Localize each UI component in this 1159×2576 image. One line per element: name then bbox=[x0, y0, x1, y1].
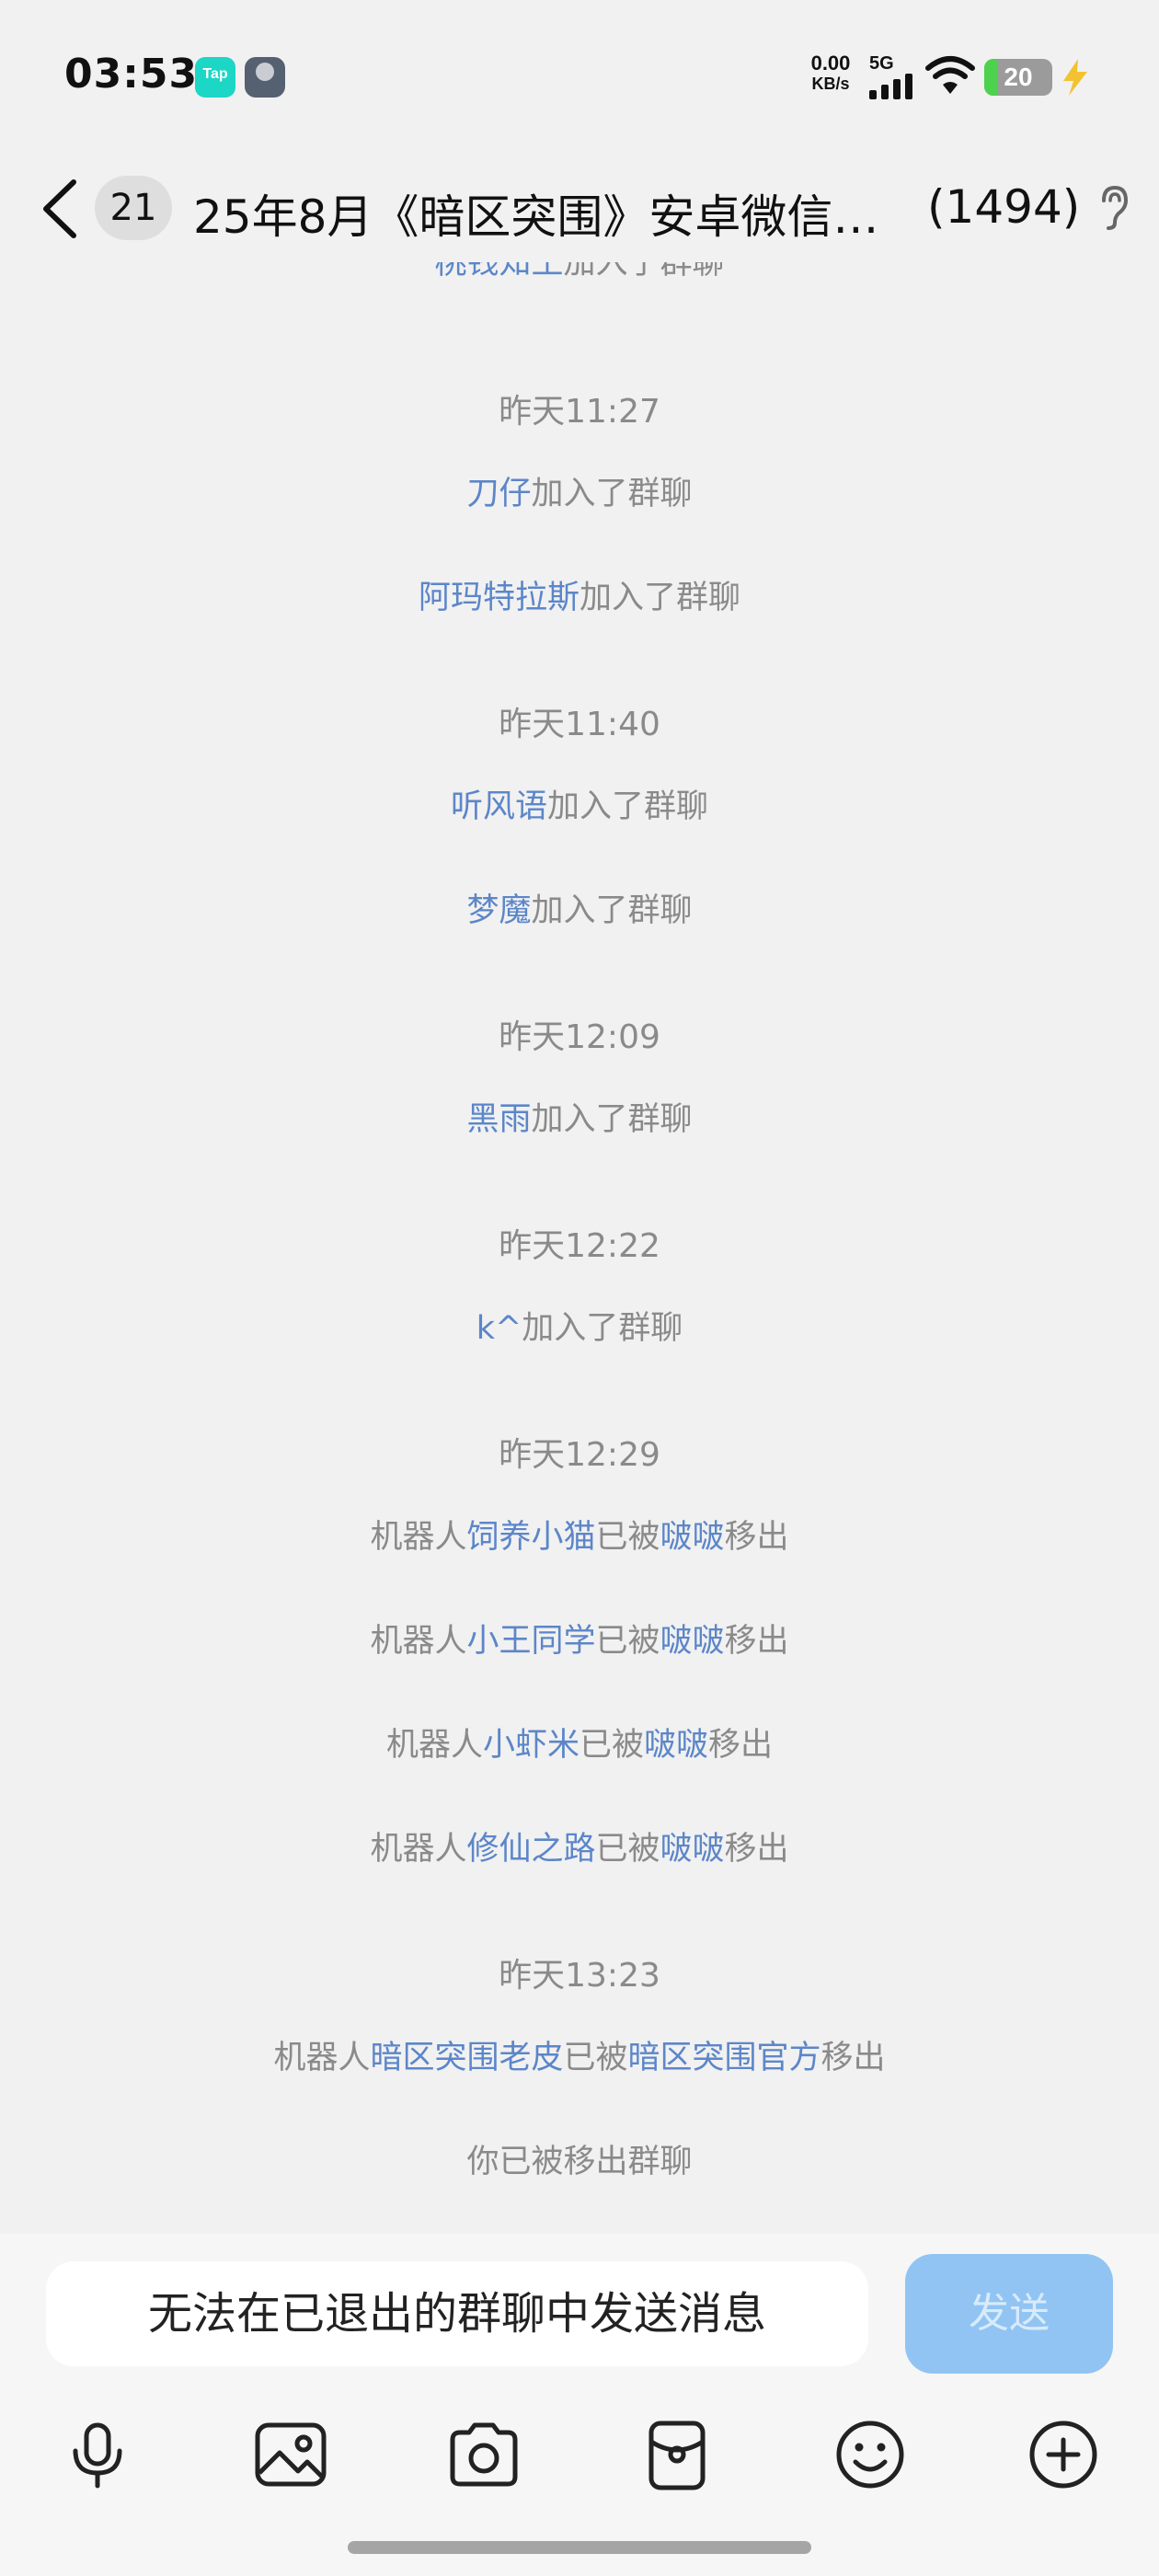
net-speed: 0.00 KB/s bbox=[802, 53, 859, 94]
system-message: k^加入了群聊 bbox=[0, 1302, 1159, 1349]
member-name-link[interactable]: 饲养小猫 bbox=[466, 1519, 595, 1556]
member-name-link[interactable]: 刀仔 bbox=[466, 476, 531, 512]
input-bar: 无法在已退出的群聊中发送消息 发送 bbox=[0, 2234, 1159, 2576]
system-message-partial: 桃钱知王加入了群聊 bbox=[0, 262, 1159, 299]
system-text: 已被 bbox=[595, 1519, 660, 1556]
system-text: 移出 bbox=[724, 1623, 789, 1660]
member-name-link[interactable]: 听风语 bbox=[451, 788, 547, 825]
member-name-link[interactable]: 阿玛特拉斯 bbox=[419, 580, 580, 616]
system-message: 机器人小王同学已被啵啵移出 bbox=[0, 1615, 1159, 1662]
system-text: 机器人 bbox=[385, 1727, 483, 1764]
system-text: 加入了群聊 bbox=[531, 476, 693, 512]
chat-header: 21 25年8月《暗区突围》安卓微信… (1494) bbox=[0, 156, 1159, 262]
system-message: 机器人小虾米已被啵啵移出 bbox=[0, 1719, 1159, 1765]
chat-title[interactable]: 25年8月《暗区突围》安卓微信… bbox=[193, 180, 901, 247]
member-name-link[interactable]: k^ bbox=[476, 1310, 522, 1347]
camera-icon[interactable] bbox=[438, 2409, 530, 2501]
earpiece-mode-icon[interactable] bbox=[1096, 184, 1130, 230]
wifi-icon bbox=[925, 56, 975, 94]
red-packet-icon[interactable] bbox=[631, 2409, 723, 2501]
member-name-link[interactable]: 暗区突围官方 bbox=[628, 2040, 821, 2076]
system-text: 已被 bbox=[595, 1623, 660, 1660]
timestamp: 昨天13:23 bbox=[499, 1957, 660, 1995]
system-text: 已被 bbox=[595, 1831, 660, 1868]
system-message-removed: 你已被移出群聊 bbox=[466, 2144, 693, 2180]
system-text: 机器人 bbox=[273, 2040, 371, 2076]
system-message: 黑雨加入了群聊 bbox=[0, 1093, 1159, 1140]
message-input-disabled: 无法在已退出的群聊中发送消息 bbox=[46, 2261, 868, 2366]
member-name-link[interactable]: 修仙之路 bbox=[466, 1831, 595, 1868]
member-count[interactable]: (1494) bbox=[927, 180, 1080, 234]
member-name-link[interactable]: 黑雨 bbox=[466, 1101, 531, 1138]
system-text: 加入了群聊 bbox=[531, 892, 693, 929]
system-message: 听风语加入了群聊 bbox=[0, 780, 1159, 827]
signal-icon bbox=[869, 74, 915, 99]
home-indicator[interactable] bbox=[348, 2541, 811, 2554]
system-message: 机器人修仙之路已被啵啵移出 bbox=[0, 1823, 1159, 1869]
member-name-link[interactable]: 梦魔 bbox=[466, 892, 531, 929]
member-name-link[interactable]: 啵啵 bbox=[660, 1519, 725, 1556]
system-text: 加入了群聊 bbox=[531, 1101, 693, 1138]
send-button[interactable]: 发送 bbox=[905, 2254, 1113, 2374]
system-message: 机器人饲养小猫已被啵啵移出 bbox=[0, 1511, 1159, 1558]
system-message: 刀仔加入了群聊 bbox=[0, 467, 1159, 514]
system-text: 加入了群聊 bbox=[580, 580, 741, 616]
status-bar: 03:53 Tap 0.00 KB/s 5G 20 bbox=[0, 0, 1159, 156]
charging-icon bbox=[1063, 59, 1087, 96]
system-text: 移出 bbox=[724, 1831, 789, 1868]
system-text: 加入了群聊 bbox=[522, 1310, 683, 1347]
timestamp: 昨天12:29 bbox=[499, 1436, 660, 1474]
emoji-icon[interactable] bbox=[824, 2409, 916, 2501]
system-text: 已被 bbox=[579, 1727, 644, 1764]
system-text: 加入了群聊 bbox=[563, 262, 725, 282]
image-icon[interactable] bbox=[245, 2409, 337, 2501]
timestamp: 昨天11:27 bbox=[499, 393, 660, 431]
member-name-link[interactable]: 啵啵 bbox=[644, 1727, 708, 1764]
system-message: 梦魔加入了群聊 bbox=[0, 884, 1159, 931]
net-speed-value: 0.00 bbox=[810, 52, 851, 75]
system-text: 已被 bbox=[563, 2040, 628, 2076]
mic-icon[interactable] bbox=[52, 2409, 143, 2501]
net-speed-unit: KB/s bbox=[811, 75, 850, 93]
system-text: 移出 bbox=[708, 1727, 774, 1764]
system-text: 机器人 bbox=[370, 1519, 467, 1556]
system-text: 加入了群聊 bbox=[547, 788, 709, 825]
system-text: 机器人 bbox=[370, 1831, 467, 1868]
tap-app-icon: Tap bbox=[195, 57, 235, 98]
timestamp: 昨天12:22 bbox=[499, 1227, 660, 1265]
plus-icon[interactable] bbox=[1017, 2409, 1109, 2501]
member-name-link[interactable]: 啵啵 bbox=[660, 1831, 725, 1868]
battery-level: 20 bbox=[1004, 63, 1033, 91]
unread-count-badge[interactable]: 21 bbox=[95, 176, 172, 240]
system-text: 移出 bbox=[820, 2040, 886, 2076]
tap-app-label: Tap bbox=[202, 66, 228, 82]
system-message: 机器人暗区突围老皮已被暗区突围官方移出 bbox=[0, 2031, 1159, 2078]
member-name-link[interactable]: 小虾米 bbox=[483, 1727, 580, 1764]
back-arrow-icon[interactable] bbox=[37, 177, 83, 241]
clock: 03:53 bbox=[64, 51, 199, 98]
timestamp: 昨天12:09 bbox=[499, 1018, 660, 1056]
network-type: 5G bbox=[869, 53, 894, 74]
timestamp: 昨天11:40 bbox=[499, 706, 660, 743]
member-name-link[interactable]: 暗区突围老皮 bbox=[370, 2040, 563, 2076]
member-name-link[interactable]: 桃钱知王 bbox=[434, 262, 563, 282]
system-message: 阿玛特拉斯加入了群聊 bbox=[0, 571, 1159, 618]
member-name-link[interactable]: 小王同学 bbox=[466, 1623, 595, 1660]
battery-icon: 20 bbox=[984, 59, 1052, 96]
system-text: 移出 bbox=[724, 1519, 789, 1556]
member-name-link[interactable]: 啵啵 bbox=[660, 1623, 725, 1660]
avatar-notification-icon bbox=[245, 57, 285, 98]
system-text: 机器人 bbox=[370, 1623, 467, 1660]
